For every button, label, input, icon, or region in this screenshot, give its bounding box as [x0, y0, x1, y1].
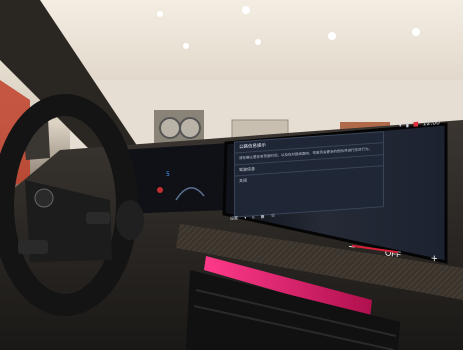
ceiling-light [328, 32, 336, 40]
home-icon[interactable]: ⌂ [252, 214, 255, 220]
poster-wheel [179, 117, 201, 139]
bmw-logo [34, 188, 54, 208]
wifi-icon: ▾ [398, 121, 402, 130]
clock: 12:00 [422, 119, 440, 128]
ceiling-light [242, 6, 250, 14]
alert-icon: ■ [413, 120, 419, 129]
temp-plus-button[interactable]: + [430, 254, 438, 265]
cluster-readout: 5 [166, 171, 170, 178]
ceiling-light [412, 28, 420, 36]
paddle [116, 200, 144, 240]
steering-wheel-buttons [18, 240, 48, 254]
status-bar: ▾ ▮ ■ 12:00 [399, 119, 440, 129]
ceiling-light [157, 11, 163, 17]
phone-icon[interactable]: ☏ [270, 213, 275, 219]
apps-icon[interactable]: ▦ [261, 213, 265, 219]
ceiling-light [183, 43, 189, 49]
poster-wheel [159, 117, 181, 139]
screen-content: ▾ ▮ ■ 12:00 公路信息提示 请在确认是在有驾驶时间，以及在对路线面向，… [228, 117, 444, 232]
cluster-indicator [157, 187, 163, 193]
menu-item[interactable]: 设置 [230, 215, 238, 222]
car-interior-photo: 5 ▾ ▮ ■ 12:00 公路信息提示 请在确认是在有驾驶时间，以及在对路线面… [0, 0, 463, 350]
signal-icon: ▮ [405, 121, 410, 129]
ceiling-light [255, 39, 261, 45]
nav-icon[interactable]: ◂ [244, 215, 246, 221]
temp-minus-button[interactable]: − [348, 242, 356, 253]
dialog: 公路信息提示 请在确认是在有驾驶时间，以及在对路线面向，驾驶员会更多的危险并进行… [234, 131, 384, 218]
steering-wheel-buttons [86, 212, 110, 224]
